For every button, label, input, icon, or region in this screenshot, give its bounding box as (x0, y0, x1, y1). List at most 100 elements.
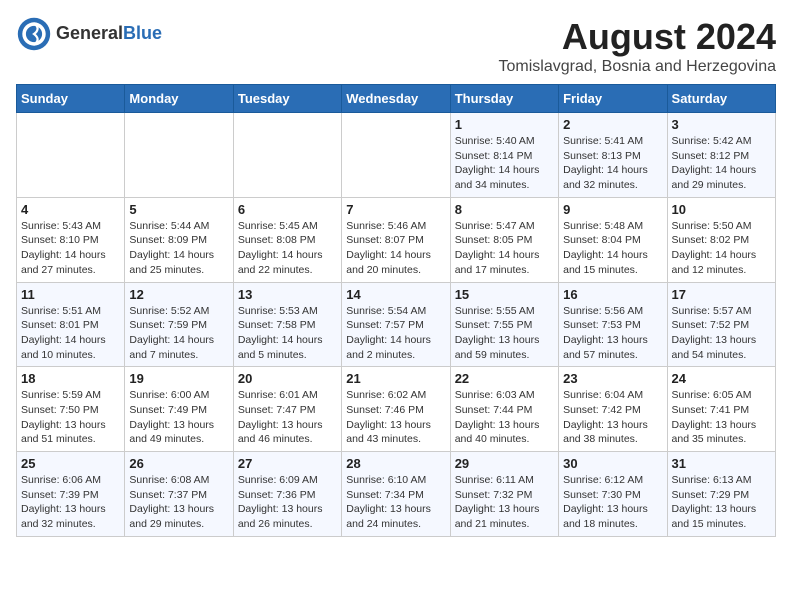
day-number: 13 (238, 287, 337, 302)
day-number: 3 (672, 117, 771, 132)
day-info: Sunrise: 6:03 AM Sunset: 7:44 PM Dayligh… (455, 388, 554, 447)
calendar-cell: 24 Sunrise: 6:05 AM Sunset: 7:41 PM Dayli… (667, 367, 775, 452)
day-info: Sunrise: 5:40 AM Sunset: 8:14 PM Dayligh… (455, 134, 554, 193)
calendar-cell: 5Sunrise: 5:44 AM Sunset: 8:09 PM Daylig… (125, 197, 233, 282)
day-number: 28 (346, 456, 445, 471)
weekday-header-tuesday: Tuesday (233, 85, 341, 113)
day-number: 11 (21, 287, 120, 302)
day-number: 24 (672, 371, 771, 386)
calendar-table: SundayMondayTuesdayWednesdayThursdayFrid… (16, 84, 776, 537)
day-number: 23 (563, 371, 662, 386)
day-number: 8 (455, 202, 554, 217)
weekday-header-monday: Monday (125, 85, 233, 113)
day-number: 1 (455, 117, 554, 132)
day-info: Sunrise: 5:50 AM Sunset: 8:02 PM Dayligh… (672, 219, 771, 278)
day-number: 4 (21, 202, 120, 217)
calendar-cell: 23 Sunrise: 6:04 AM Sunset: 7:42 PM Dayli… (559, 367, 667, 452)
day-info: Sunrise: 5:57 AM Sunset: 7:52 PM Dayligh… (672, 304, 771, 363)
page-header: GeneralBlue August 2024 Tomislavgrad, Bo… (16, 16, 776, 76)
day-info: Sunrise: 6:08 AM Sunset: 7:37 PM Dayligh… (129, 473, 228, 532)
day-number: 16 (563, 287, 662, 302)
day-info: Sunrise: 6:06 AM Sunset: 7:39 PM Dayligh… (21, 473, 120, 532)
calendar-cell: 19Sunrise: 6:00 AM Sunset: 7:49 PM Dayli… (125, 367, 233, 452)
calendar-cell (17, 113, 125, 198)
calendar-cell: 25 Sunrise: 6:06 AM Sunset: 7:39 PM Dayli… (17, 452, 125, 537)
day-info: Sunrise: 6:10 AM Sunset: 7:34 PM Dayligh… (346, 473, 445, 532)
calendar-cell: 4 Sunrise: 5:43 AM Sunset: 8:10 PM Daylig… (17, 197, 125, 282)
calendar-cell: 16 Sunrise: 5:56 AM Sunset: 7:53 PM Dayli… (559, 282, 667, 367)
day-info: Sunrise: 5:41 AM Sunset: 8:13 PM Dayligh… (563, 134, 662, 193)
calendar-cell: 7 Sunrise: 5:46 AM Sunset: 8:07 PM Daylig… (342, 197, 450, 282)
week-row-2: 4 Sunrise: 5:43 AM Sunset: 8:10 PM Daylig… (17, 197, 776, 282)
day-number: 29 (455, 456, 554, 471)
calendar-cell: 17 Sunrise: 5:57 AM Sunset: 7:52 PM Dayli… (667, 282, 775, 367)
day-info: Sunrise: 5:43 AM Sunset: 8:10 PM Dayligh… (21, 219, 120, 278)
day-number: 26 (129, 456, 228, 471)
month-year: August 2024 (499, 16, 776, 58)
day-info: Sunrise: 6:12 AM Sunset: 7:30 PM Dayligh… (563, 473, 662, 532)
logo: GeneralBlue (16, 16, 162, 52)
day-info: Sunrise: 6:01 AM Sunset: 7:47 PM Dayligh… (238, 388, 337, 447)
day-number: 31 (672, 456, 771, 471)
calendar-cell: 9 Sunrise: 5:48 AM Sunset: 8:04 PM Daylig… (559, 197, 667, 282)
day-info: Sunrise: 6:00 AM Sunset: 7:49 PM Dayligh… (129, 388, 228, 447)
day-number: 2 (563, 117, 662, 132)
day-info: Sunrise: 5:56 AM Sunset: 7:53 PM Dayligh… (563, 304, 662, 363)
day-number: 10 (672, 202, 771, 217)
calendar-cell: 8 Sunrise: 5:47 AM Sunset: 8:05 PM Daylig… (450, 197, 558, 282)
day-number: 15 (455, 287, 554, 302)
day-number: 27 (238, 456, 337, 471)
day-number: 14 (346, 287, 445, 302)
calendar-cell: 26 Sunrise: 6:08 AM Sunset: 7:37 PM Dayli… (125, 452, 233, 537)
calendar-cell: 31 Sunrise: 6:13 AM Sunset: 7:29 PM Dayli… (667, 452, 775, 537)
day-info: Sunrise: 5:44 AM Sunset: 8:09 PM Dayligh… (129, 219, 228, 278)
day-number: 6 (238, 202, 337, 217)
day-info: Sunrise: 5:55 AM Sunset: 7:55 PM Dayligh… (455, 304, 554, 363)
calendar-cell: 28 Sunrise: 6:10 AM Sunset: 7:34 PM Dayli… (342, 452, 450, 537)
weekday-header-thursday: Thursday (450, 85, 558, 113)
day-info: Sunrise: 6:05 AM Sunset: 7:41 PM Dayligh… (672, 388, 771, 447)
day-info: Sunrise: 5:46 AM Sunset: 8:07 PM Dayligh… (346, 219, 445, 278)
day-number: 22 (455, 371, 554, 386)
day-info: Sunrise: 6:04 AM Sunset: 7:42 PM Dayligh… (563, 388, 662, 447)
day-number: 17 (672, 287, 771, 302)
weekday-header-saturday: Saturday (667, 85, 775, 113)
week-row-3: 11 Sunrise: 5:51 AM Sunset: 8:01 PM Dayli… (17, 282, 776, 367)
day-info: Sunrise: 5:47 AM Sunset: 8:05 PM Dayligh… (455, 219, 554, 278)
day-number: 9 (563, 202, 662, 217)
weekday-header-wednesday: Wednesday (342, 85, 450, 113)
calendar-cell: 22 Sunrise: 6:03 AM Sunset: 7:44 PM Dayli… (450, 367, 558, 452)
day-info: Sunrise: 6:13 AM Sunset: 7:29 PM Dayligh… (672, 473, 771, 532)
calendar-cell (233, 113, 341, 198)
calendar-cell: 13Sunrise: 5:53 AM Sunset: 7:58 PM Dayli… (233, 282, 341, 367)
calendar-cell: 1 Sunrise: 5:40 AM Sunset: 8:14 PM Daylig… (450, 113, 558, 198)
calendar-cell: 3 Sunrise: 5:42 AM Sunset: 8:12 PM Daylig… (667, 113, 775, 198)
day-number: 12 (129, 287, 228, 302)
calendar-cell: 18Sunrise: 5:59 AM Sunset: 7:50 PM Dayli… (17, 367, 125, 452)
calendar-cell (125, 113, 233, 198)
day-number: 21 (346, 371, 445, 386)
day-info: Sunrise: 5:59 AM Sunset: 7:50 PM Dayligh… (21, 388, 120, 447)
day-info: Sunrise: 5:51 AM Sunset: 8:01 PM Dayligh… (21, 304, 120, 363)
calendar-cell: 20Sunrise: 6:01 AM Sunset: 7:47 PM Dayli… (233, 367, 341, 452)
weekday-header-row: SundayMondayTuesdayWednesdayThursdayFrid… (17, 85, 776, 113)
calendar-cell: 6Sunrise: 5:45 AM Sunset: 8:08 PM Daylig… (233, 197, 341, 282)
calendar-cell: 10 Sunrise: 5:50 AM Sunset: 8:02 PM Dayli… (667, 197, 775, 282)
calendar-cell: 29Sunrise: 6:11 AM Sunset: 7:32 PM Dayli… (450, 452, 558, 537)
day-number: 7 (346, 202, 445, 217)
calendar-cell: 27Sunrise: 6:09 AM Sunset: 7:36 PM Dayli… (233, 452, 341, 537)
week-row-4: 18Sunrise: 5:59 AM Sunset: 7:50 PM Dayli… (17, 367, 776, 452)
day-info: Sunrise: 5:42 AM Sunset: 8:12 PM Dayligh… (672, 134, 771, 193)
calendar-cell: 21 Sunrise: 6:02 AM Sunset: 7:46 PM Dayli… (342, 367, 450, 452)
day-info: Sunrise: 5:52 AM Sunset: 7:59 PM Dayligh… (129, 304, 228, 363)
calendar-cell: 12 Sunrise: 5:52 AM Sunset: 7:59 PM Dayli… (125, 282, 233, 367)
weekday-header-sunday: Sunday (17, 85, 125, 113)
day-info: Sunrise: 5:48 AM Sunset: 8:04 PM Dayligh… (563, 219, 662, 278)
calendar-cell: 30 Sunrise: 6:12 AM Sunset: 7:30 PM Dayli… (559, 452, 667, 537)
weekday-header-friday: Friday (559, 85, 667, 113)
day-number: 25 (21, 456, 120, 471)
day-number: 30 (563, 456, 662, 471)
day-info: Sunrise: 5:54 AM Sunset: 7:57 PM Dayligh… (346, 304, 445, 363)
week-row-5: 25 Sunrise: 6:06 AM Sunset: 7:39 PM Dayli… (17, 452, 776, 537)
day-info: Sunrise: 6:02 AM Sunset: 7:46 PM Dayligh… (346, 388, 445, 447)
